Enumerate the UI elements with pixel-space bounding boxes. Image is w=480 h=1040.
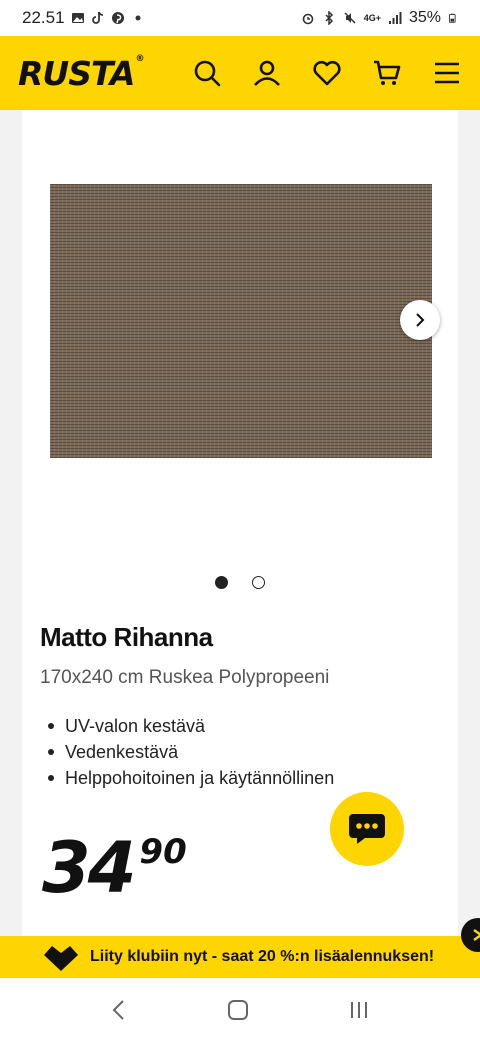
- heart-icon[interactable]: [312, 58, 342, 88]
- club-promo-banner[interactable]: Liity klubiin nyt - saat 20 %:n lisäalen…: [0, 936, 480, 978]
- carousel-dots: [22, 576, 458, 589]
- status-bar: 22.51 4G+ 35%: [0, 0, 480, 36]
- back-icon[interactable]: [109, 998, 129, 1022]
- site-header: RUSTA®: [0, 36, 480, 110]
- alarm-icon: [302, 13, 314, 25]
- mute-icon: [344, 12, 356, 24]
- home-icon[interactable]: [226, 998, 250, 1022]
- chat-bubble-icon: [349, 814, 385, 844]
- promo-text: Liity klubiin nyt - saat 20 %:n lisäalen…: [90, 948, 435, 965]
- logo-text: RUSTA: [18, 53, 135, 93]
- chevron-right-icon: [416, 313, 425, 327]
- signal-icon: [388, 12, 402, 24]
- rug-image[interactable]: [50, 184, 432, 458]
- rusta-logo[interactable]: RUSTA®: [18, 53, 144, 93]
- system-nav-bar: [0, 980, 480, 1040]
- left-gutter: [0, 110, 22, 940]
- heart-badge-icon: [44, 946, 78, 971]
- feature-item: UV-valon kestävä: [48, 713, 334, 739]
- carousel-dot-2[interactable]: [252, 576, 265, 589]
- price-decimals: 90: [139, 832, 187, 872]
- product-title: Matto Rihanna: [40, 622, 213, 652]
- registered-mark: ®: [135, 53, 144, 64]
- network-label: 4G+: [363, 13, 381, 23]
- feature-item: Helppohoitoinen ja käytännöllinen: [48, 765, 334, 791]
- search-icon[interactable]: [192, 58, 222, 88]
- right-gutter: [458, 110, 480, 940]
- pinterest-icon: [111, 12, 124, 24]
- product-subtitle: 170x240 cm Ruskea Polypropeeni: [40, 667, 330, 688]
- clock: 22.51: [22, 8, 65, 27]
- chat-button[interactable]: [330, 792, 404, 866]
- cart-icon[interactable]: [372, 58, 402, 88]
- gallery-icon: [71, 13, 84, 23]
- feature-item: Vedenkestävä: [48, 739, 334, 765]
- price-main: 34: [42, 827, 136, 909]
- close-icon: [473, 929, 480, 941]
- dot-icon: [135, 15, 141, 21]
- menu-icon[interactable]: [432, 58, 462, 88]
- feature-list: UV-valon kestävä Vedenkestävä Helppohoit…: [48, 713, 334, 791]
- bluetooth-icon: [325, 11, 333, 25]
- battery-icon: [448, 13, 456, 23]
- battery-percent: 35%: [408, 9, 441, 26]
- carousel-next-button[interactable]: [400, 300, 440, 340]
- carousel-dot-1[interactable]: [215, 576, 228, 589]
- tiktok-icon: [91, 11, 103, 24]
- recents-icon[interactable]: [347, 998, 371, 1022]
- account-icon[interactable]: [252, 58, 282, 88]
- product-price: 34 90: [42, 832, 187, 904]
